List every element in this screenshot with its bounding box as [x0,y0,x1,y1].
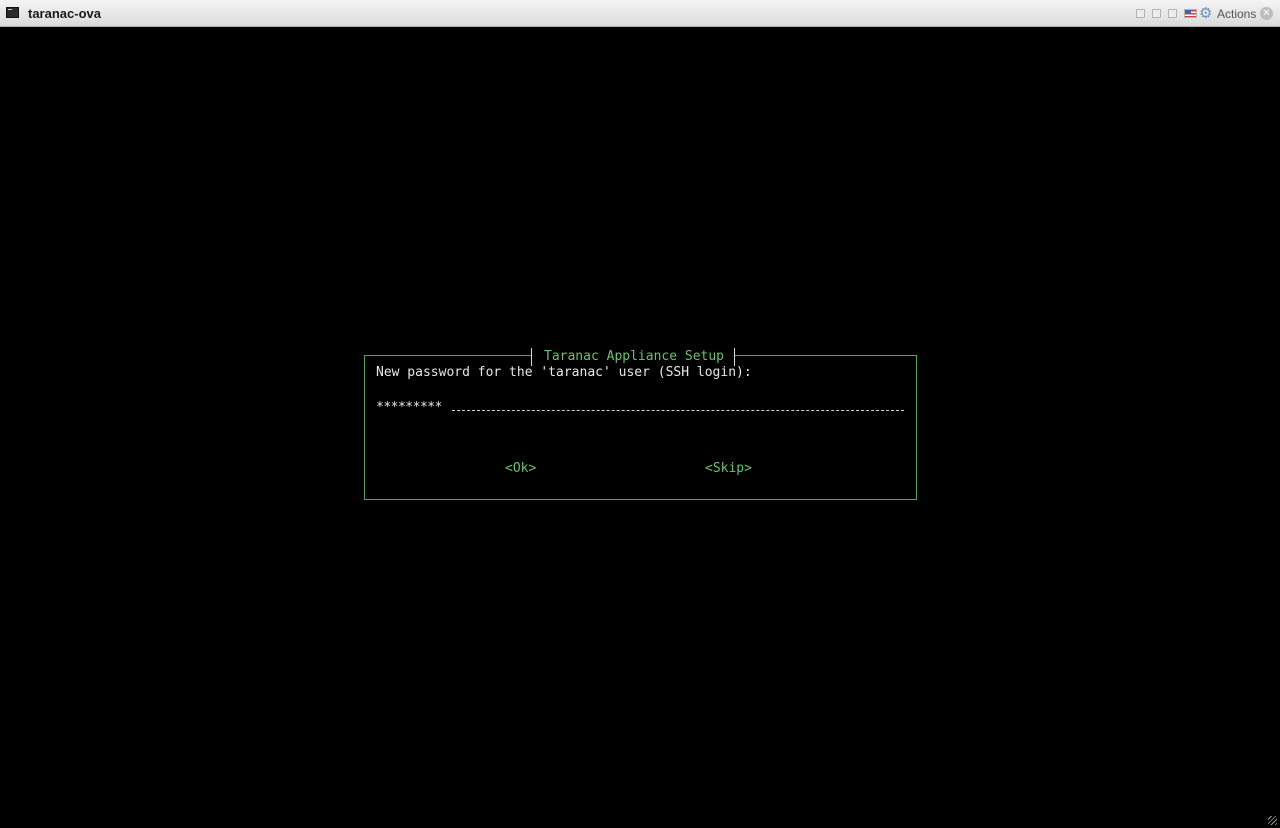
screenshot-icon[interactable] [1152,9,1161,18]
password-prompt: New password for the 'taranac' user (SSH… [376,365,752,380]
snapshot-icon[interactable] [1136,9,1145,18]
password-field[interactable]: ********* [376,399,442,417]
keyboard-flag-icon[interactable] [1184,9,1197,18]
console-icon [6,7,19,18]
password-field-underline[interactable] [452,410,904,411]
close-icon[interactable]: ✕ [1260,7,1273,20]
actions-menu-button[interactable]: Actions [1217,7,1256,21]
window-title: taranac-ova [28,6,101,21]
resize-grip-icon[interactable] [1268,816,1277,825]
ok-button[interactable]: <Ok> [505,460,536,478]
titlebar-controls: ⚙ Actions ✕ [1120,0,1280,27]
gear-icon[interactable]: ⚙ [1199,6,1214,21]
window-titlebar: taranac-ova ⚙ Actions ✕ [0,0,1280,27]
fullscreen-icon[interactable] [1168,9,1177,18]
skip-button[interactable]: <Skip> [705,460,752,478]
